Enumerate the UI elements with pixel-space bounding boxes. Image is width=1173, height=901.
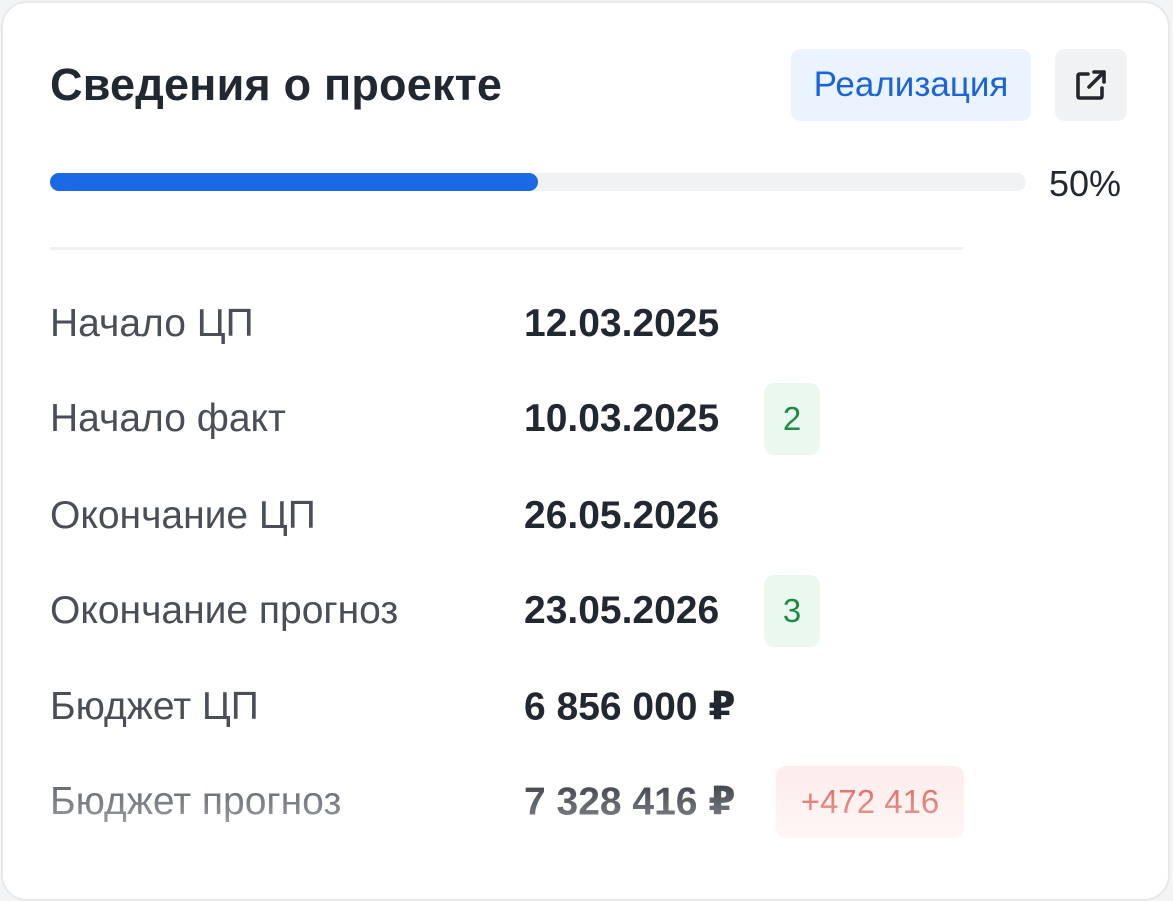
project-info-card: Сведения о проекте Реализация 50% Начало…: [1, 1, 1170, 901]
row-start-plan: Начало ЦП 12.03.2025: [3, 288, 1168, 360]
divider: [50, 247, 963, 250]
row-value: 26.05.2026: [524, 494, 720, 537]
row-end-forecast: Окончание прогноз 23.05.2026 3: [3, 575, 1168, 647]
delta-badge: 3: [764, 575, 820, 647]
progress-bar: [50, 173, 1026, 191]
row-label: Бюджет ЦП: [50, 685, 259, 728]
delta-badge: +472 416: [776, 766, 964, 838]
row-value: 7 328 416 ₽: [524, 780, 736, 824]
progress-fill: [50, 173, 538, 191]
row-label: Начало факт: [50, 397, 286, 440]
row-label: Окончание прогноз: [50, 589, 399, 632]
row-value: 6 856 000 ₽: [524, 685, 736, 729]
external-link-icon: [1071, 65, 1111, 105]
progress-percent: 50%: [1049, 163, 1122, 204]
open-external-button[interactable]: [1055, 49, 1127, 121]
row-label: Окончание ЦП: [50, 494, 316, 537]
row-value: 10.03.2025: [524, 397, 720, 440]
row-label: Бюджет прогноз: [50, 780, 342, 823]
card-title: Сведения о проекте: [50, 59, 503, 110]
row-start-fact: Начало факт 10.03.2025 2: [3, 383, 1168, 455]
delta-badge: 2: [764, 383, 820, 455]
row-budget-plan: Бюджет ЦП 6 856 000 ₽: [3, 671, 1168, 743]
row-budget-forecast: Бюджет прогноз 7 328 416 ₽ +472 416: [3, 766, 1168, 838]
status-badge[interactable]: Реализация: [791, 49, 1031, 121]
row-end-plan: Окончание ЦП 26.05.2026: [3, 480, 1168, 552]
row-value: 12.03.2025: [524, 302, 720, 345]
row-label: Начало ЦП: [50, 302, 254, 345]
row-value: 23.05.2026: [524, 589, 720, 632]
